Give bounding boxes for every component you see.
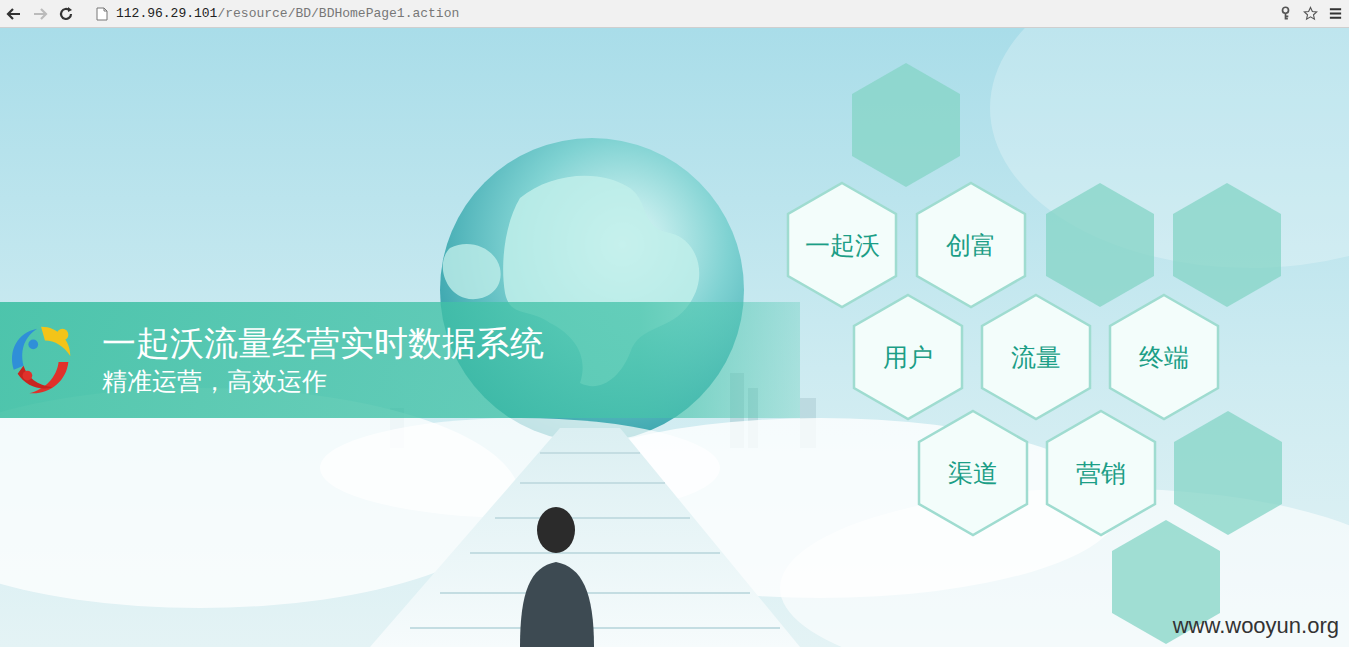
menu-hexagon[interactable]: 一起沃 — [786, 181, 898, 309]
page-icon — [96, 7, 108, 21]
url-host: 112.96.29.101 — [116, 6, 217, 21]
reload-icon[interactable] — [58, 6, 74, 22]
hexagon-shape — [1044, 181, 1156, 309]
hexagon-label: 终端 — [1139, 341, 1189, 374]
hexagon-label: 一起沃 — [805, 229, 880, 262]
menu-hexagon[interactable]: 渠道 — [917, 409, 1029, 537]
hexagon-label: 用户 — [883, 341, 933, 374]
decor-hexagon — [1044, 181, 1156, 309]
menu-icon[interactable] — [1328, 6, 1343, 21]
hexagon-label: 渠道 — [948, 457, 998, 490]
hexagon-label: 流量 — [1011, 341, 1061, 374]
hexagon-shape — [1171, 181, 1283, 309]
url-text: 112.96.29.101/resource/BD/BDHomePage1.ac… — [116, 6, 459, 21]
watermark: www.wooyun.org — [1173, 613, 1339, 639]
key-icon[interactable] — [1278, 6, 1293, 21]
menu-hexagon[interactable]: 营销 — [1045, 409, 1157, 537]
url-path: /resource/BD/BDHomePage1.action — [217, 6, 459, 21]
system-subtitle: 精准运营，高效运作 — [102, 367, 544, 397]
decor-hexagon — [1171, 181, 1283, 309]
browser-window: 112.96.29.101/resource/BD/BDHomePage1.ac… — [0, 0, 1349, 647]
star-icon[interactable] — [1303, 6, 1318, 21]
title-banner: 一起沃流量经营实时数据系统精准运营，高效运作 — [0, 302, 800, 418]
banner-text: 一起沃流量经营实时数据系统精准运营，高效运作 — [102, 323, 544, 398]
forward-arrow-icon[interactable] — [32, 6, 48, 22]
hexagon-label: 营销 — [1076, 457, 1126, 490]
system-title: 一起沃流量经营实时数据系统 — [102, 323, 544, 364]
hexagon-label: 创富 — [946, 229, 996, 262]
hexagon-shape — [1172, 409, 1284, 537]
back-arrow-icon[interactable] — [6, 6, 22, 22]
decor-hexagon — [1172, 409, 1284, 537]
menu-hexagon[interactable]: 终端 — [1108, 293, 1220, 421]
menu-hexagon[interactable]: 用户 — [852, 293, 964, 421]
home-page: 一起沃流量经营实时数据系统精准运营，高效运作 一起沃 创富用户 流量 终端渠道 营销 www… — [0, 28, 1349, 647]
address-bar[interactable]: 112.96.29.101/resource/BD/BDHomePage1.ac… — [88, 4, 1268, 23]
menu-hexagon[interactable]: 创富 — [915, 181, 1027, 309]
menu-hexagon[interactable]: 流量 — [980, 293, 1092, 421]
browser-toolbar: 112.96.29.101/resource/BD/BDHomePage1.ac… — [0, 0, 1349, 28]
decor-hexagon — [850, 61, 962, 189]
hexagon-shape — [850, 61, 962, 189]
logo-icon — [4, 320, 82, 400]
